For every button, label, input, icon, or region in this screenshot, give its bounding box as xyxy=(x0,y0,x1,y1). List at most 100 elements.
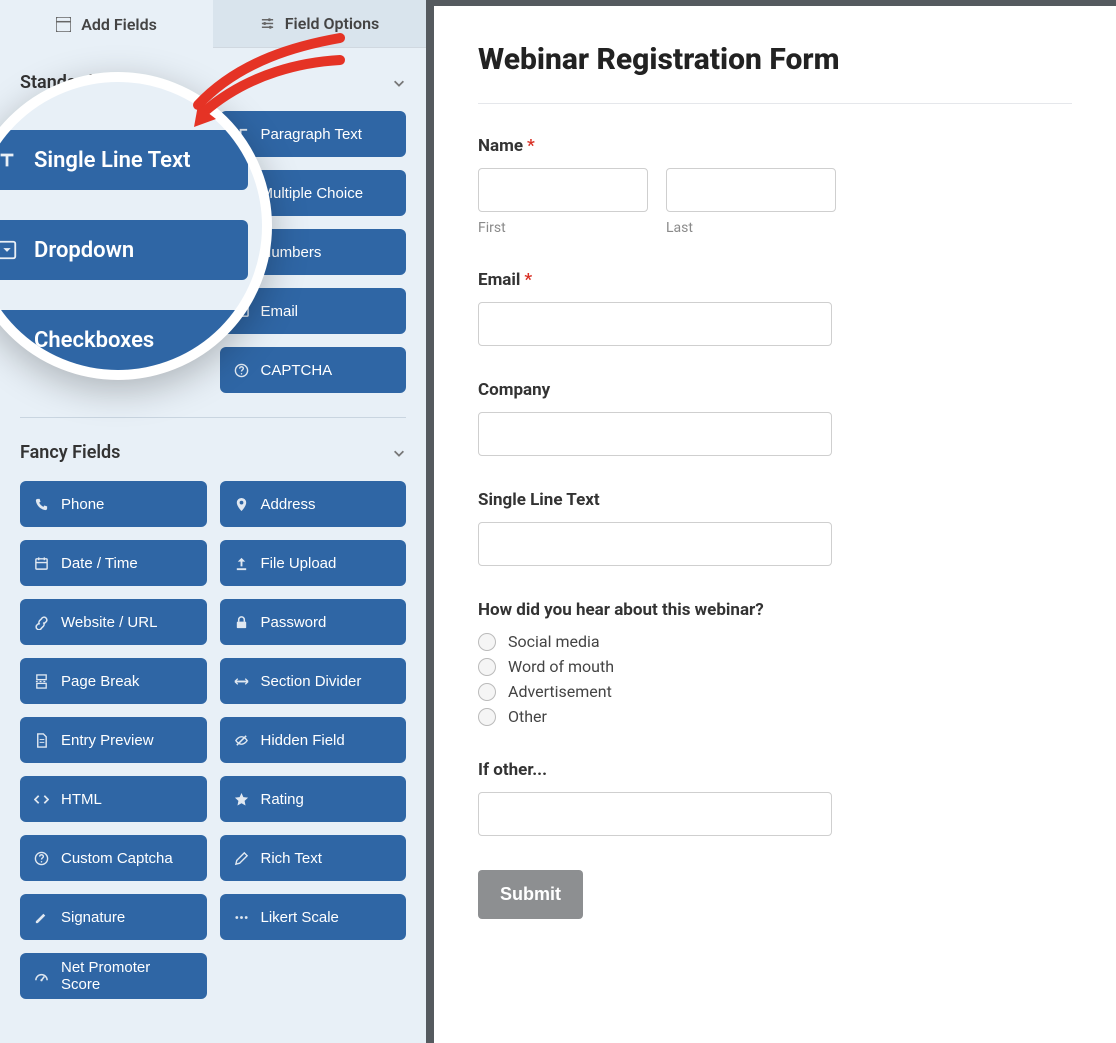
first-sublabel: First xyxy=(478,220,648,236)
link-icon xyxy=(34,615,49,630)
tab-label: Field Options xyxy=(285,14,379,33)
email-input[interactable] xyxy=(478,302,832,346)
last-name-input[interactable] xyxy=(666,168,836,212)
field-company-group: Company xyxy=(478,380,1072,456)
field-website[interactable]: Website / URL xyxy=(20,599,207,645)
field-label: Phone xyxy=(61,496,104,513)
upload-icon xyxy=(234,556,249,571)
phone-icon xyxy=(34,497,49,512)
chevron-down-icon xyxy=(392,446,406,460)
layout-icon xyxy=(56,17,71,32)
hear-label: How did you hear about this webinar? xyxy=(478,600,1072,620)
fancy-fields-section: Fancy Fields Phone Address Date / Time F… xyxy=(0,418,426,999)
caret-square-icon xyxy=(0,239,18,261)
field-page-break[interactable]: Page Break xyxy=(20,658,207,704)
lock-icon xyxy=(234,615,249,630)
star-icon xyxy=(234,792,249,807)
form-preview: Webinar Registration Form Name* First La… xyxy=(434,6,1116,1043)
required-asterisk: * xyxy=(527,136,535,156)
section-header-fancy[interactable]: Fancy Fields xyxy=(20,418,406,481)
radio-label: Word of mouth xyxy=(508,657,614,676)
field-file-upload[interactable]: File Upload xyxy=(220,540,407,586)
file-icon xyxy=(34,733,49,748)
field-label: Paragraph Text xyxy=(261,126,362,143)
calendar-icon xyxy=(34,556,49,571)
field-label: Page Break xyxy=(61,673,139,690)
field-signature[interactable]: Signature xyxy=(20,894,207,940)
panel-tabs: Add Fields Field Options xyxy=(0,0,426,48)
company-label: Company xyxy=(478,380,1072,400)
field-hidden-field[interactable]: Hidden Field xyxy=(220,717,407,763)
field-hear-group: How did you hear about this webinar? Soc… xyxy=(478,600,1072,726)
fancy-fields-grid: Phone Address Date / Time File Upload We… xyxy=(20,481,406,999)
label-text: Name xyxy=(478,136,523,156)
form-title: Webinar Registration Form xyxy=(478,42,1072,77)
eye-off-icon xyxy=(234,733,249,748)
radio-icon xyxy=(478,633,496,651)
code-icon xyxy=(34,792,49,807)
field-likert[interactable]: Likert Scale xyxy=(220,894,407,940)
field-if-other-group: If other... xyxy=(478,760,1072,836)
single-line-input[interactable] xyxy=(478,522,832,566)
field-nps[interactable]: Net Promoter Score xyxy=(20,953,207,999)
field-label: Rich Text xyxy=(261,850,322,867)
submit-button[interactable]: Submit xyxy=(478,870,583,919)
chevron-down-icon xyxy=(392,76,406,90)
email-label: Email* xyxy=(478,270,1072,290)
radio-word[interactable]: Word of mouth xyxy=(478,657,1072,676)
field-rich-text[interactable]: Rich Text xyxy=(220,835,407,881)
field-section-divider[interactable]: Section Divider xyxy=(220,658,407,704)
pin-icon xyxy=(234,497,249,512)
field-custom-captcha[interactable]: Custom Captcha xyxy=(20,835,207,881)
radio-other[interactable]: Other xyxy=(478,707,1072,726)
field-label: Password xyxy=(261,614,327,631)
field-rating[interactable]: Rating xyxy=(220,776,407,822)
field-entry-preview[interactable]: Entry Preview xyxy=(20,717,207,763)
field-label: Custom Captcha xyxy=(61,850,173,867)
if-other-label: If other... xyxy=(478,760,1072,780)
sidebar: Add Fields Field Options Standard Fields… xyxy=(0,0,434,1043)
question-icon xyxy=(234,363,249,378)
radio-ad[interactable]: Advertisement xyxy=(478,682,1072,701)
field-html[interactable]: HTML xyxy=(20,776,207,822)
field-label: Signature xyxy=(61,909,125,926)
radio-label: Other xyxy=(508,707,547,726)
divider-icon xyxy=(234,674,249,689)
if-other-input[interactable] xyxy=(478,792,832,836)
field-label: Date / Time xyxy=(61,555,138,572)
zoom-single-line-text[interactable]: Single Line Text xyxy=(0,130,248,190)
field-address[interactable]: Address xyxy=(220,481,407,527)
required-asterisk: * xyxy=(524,270,532,290)
section-title: Fancy Fields xyxy=(20,442,120,463)
form-title-divider xyxy=(478,103,1072,104)
question-icon xyxy=(34,851,49,866)
zoom-label: Dropdown xyxy=(34,238,134,263)
field-label: Rating xyxy=(261,791,304,808)
radio-label: Social media xyxy=(508,632,600,651)
dots-icon xyxy=(234,910,249,925)
tab-add-fields[interactable]: Add Fields xyxy=(0,0,213,48)
label-text: Email xyxy=(478,270,520,290)
zoom-label: Single Line Text xyxy=(34,148,191,173)
field-label: Multiple Choice xyxy=(261,185,364,202)
field-password[interactable]: Password xyxy=(220,599,407,645)
first-name-input[interactable] xyxy=(478,168,648,212)
field-datetime[interactable]: Date / Time xyxy=(20,540,207,586)
company-input[interactable] xyxy=(478,412,832,456)
field-label: CAPTCHA xyxy=(261,362,333,379)
field-label: Website / URL xyxy=(61,614,157,631)
radio-social[interactable]: Social media xyxy=(478,632,1072,651)
field-label: Email xyxy=(261,303,299,320)
pagebreak-icon xyxy=(34,674,49,689)
radio-icon xyxy=(478,708,496,726)
field-email-group: Email* xyxy=(478,270,1072,346)
preview-wrap: Webinar Registration Form Name* First La… xyxy=(434,0,1116,1043)
field-captcha[interactable]: CAPTCHA xyxy=(220,347,407,393)
tab-field-options[interactable]: Field Options xyxy=(213,0,426,48)
field-label: Address xyxy=(261,496,316,513)
field-phone[interactable]: Phone xyxy=(20,481,207,527)
radio-icon xyxy=(478,658,496,676)
zoom-dropdown[interactable]: Dropdown xyxy=(0,220,248,280)
tab-label: Add Fields xyxy=(81,15,157,34)
text-icon xyxy=(0,149,18,171)
